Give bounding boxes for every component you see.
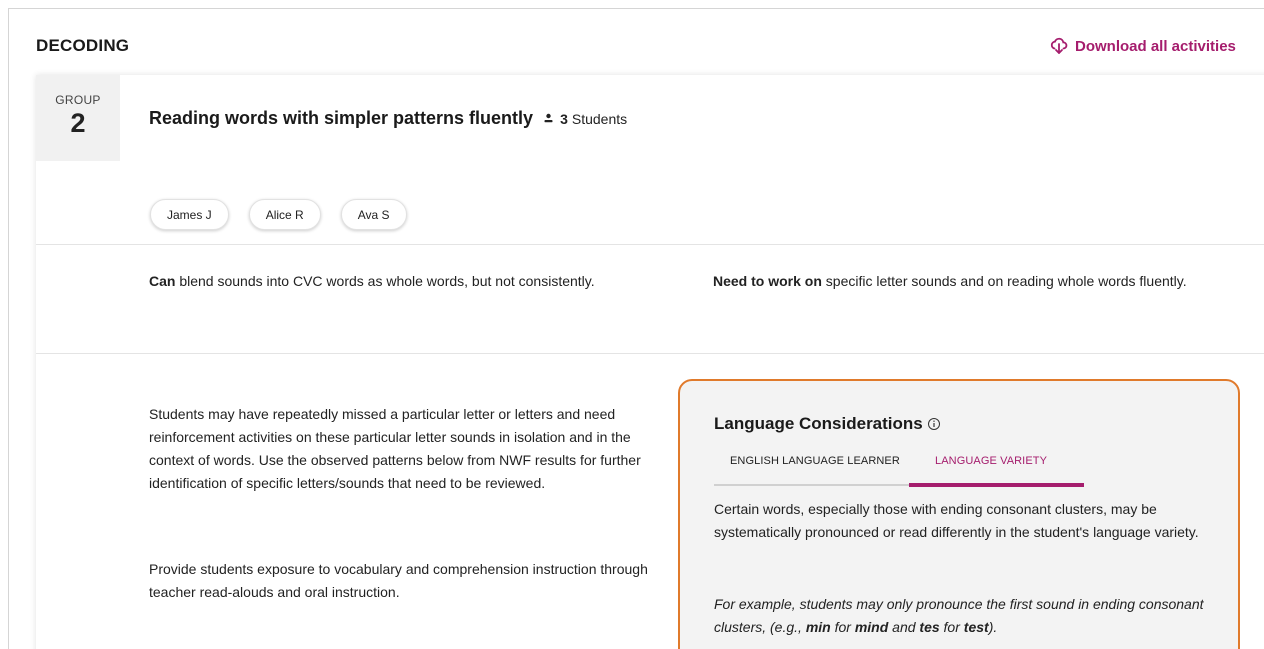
download-cloud-icon <box>1050 37 1068 54</box>
student-count-label: Students <box>571 110 628 127</box>
example-word: test <box>963 619 989 635</box>
example-end: ). <box>988 619 998 635</box>
section-title: DECODING <box>36 36 130 55</box>
student-count-number: 3 <box>560 110 568 127</box>
need-lead: Need to work on <box>713 273 822 289</box>
divider <box>36 353 1264 354</box>
need-text: specific letter sounds and on reading wh… <box>821 273 1187 289</box>
language-considerations-panel: Language Considerations ENGLISH LANGUAGE… <box>678 379 1240 649</box>
need-statement: Need to work on specific letter sounds a… <box>713 270 1213 293</box>
group-badge: GROUP 2 <box>36 75 120 161</box>
info-icon[interactable] <box>927 417 941 431</box>
tab-language-variety[interactable]: LANGUAGE VARIETY <box>935 455 1047 485</box>
example-word: tes <box>919 619 940 635</box>
language-considerations-title: Language Considerations <box>714 414 941 434</box>
guidance-paragraph: Provide students exposure to vocabulary … <box>149 561 648 600</box>
group-title-text: Reading words with simpler patterns flue… <box>149 108 534 128</box>
language-tabs: ENGLISH LANGUAGE LEARNER LANGUAGE VARIET… <box>714 455 1084 487</box>
example-connector: and <box>888 619 920 635</box>
can-text: blend sounds into CVC words as whole wor… <box>175 273 595 289</box>
can-statement: Can blend sounds into CVC words as whole… <box>149 270 639 293</box>
student-chip[interactable]: James J <box>150 199 229 230</box>
student-count: 3 Students <box>543 111 627 127</box>
language-variety-text: Certain words, especially those with end… <box>714 501 1199 540</box>
group-title: Reading words with simpler patterns flue… <box>149 108 627 129</box>
divider <box>36 244 1264 245</box>
example-word: min <box>805 619 831 635</box>
example-connector: for <box>830 619 855 635</box>
language-considerations-heading: Language Considerations <box>714 414 923 433</box>
person-icon <box>544 113 553 123</box>
can-lead: Can <box>149 273 176 289</box>
download-all-activities-label: Download all activities <box>1075 37 1236 55</box>
student-chips: James J Alice R Ava S <box>150 199 427 230</box>
example-word: mind <box>854 619 889 635</box>
tab-english-language-learner[interactable]: ENGLISH LANGUAGE LEARNER <box>730 455 900 485</box>
group-card: GROUP 2 Reading words with simpler patte… <box>36 75 1264 649</box>
student-chip[interactable]: Alice R <box>248 199 321 230</box>
download-all-activities-link[interactable]: Download all activities <box>1050 37 1236 55</box>
student-chip[interactable]: Ava S <box>340 199 407 230</box>
example-connector: for <box>939 619 964 635</box>
language-variety-example: For example, students may only pronounce… <box>714 593 1219 639</box>
group-label: GROUP <box>55 93 101 107</box>
guidance-paragraph: Students may have repeatedly missed a pa… <box>149 406 641 491</box>
group-number: 2 <box>70 108 86 138</box>
